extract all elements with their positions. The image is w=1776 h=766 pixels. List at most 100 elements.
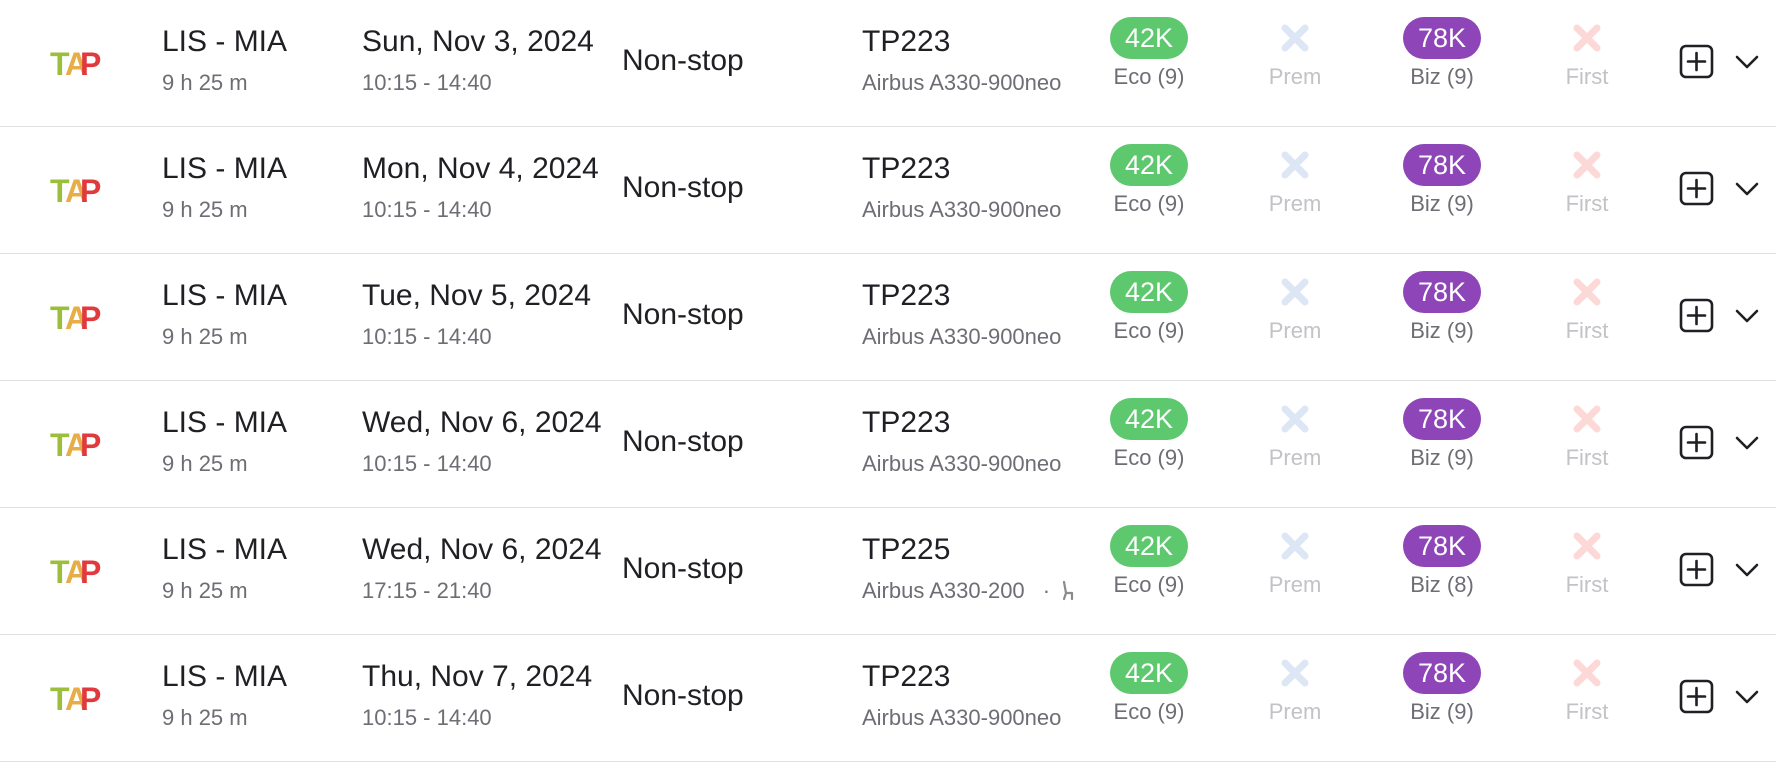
premium-cabin: Prem xyxy=(1243,652,1347,725)
economy-cabin[interactable]: 42K Eco (9) xyxy=(1097,271,1201,344)
flight-row[interactable]: T A P LIS - MIA 9 h 25 m Mon, Nov 4, 202… xyxy=(0,127,1776,254)
business-label: Biz (9) xyxy=(1410,318,1474,343)
first-cabin: First xyxy=(1535,398,1639,471)
add-flight-button[interactable] xyxy=(1679,298,1714,333)
aircraft-label: Airbus A330-900neo xyxy=(862,705,1062,730)
first-cabin: First xyxy=(1535,17,1639,90)
duration-label: 9 h 25 m xyxy=(162,705,248,730)
chevron-down-icon xyxy=(1735,563,1759,577)
aircraft-info: Airbus A330-900neo xyxy=(862,451,1076,477)
economy-price-badge[interactable]: 42K xyxy=(1109,271,1189,313)
flight-row[interactable]: T A P LIS - MIA 9 h 25 m Tue, Nov 5, 202… xyxy=(0,254,1776,381)
premium-label: Prem xyxy=(1268,572,1322,597)
premium-cabin: Prem xyxy=(1243,271,1347,344)
tap-logo: T A P xyxy=(50,172,104,209)
business-price-badge[interactable]: 78K xyxy=(1402,17,1482,59)
flight-row[interactable]: T A P LIS - MIA 9 h 25 m Thu, Nov 7, 202… xyxy=(0,635,1776,762)
add-flight-button[interactable] xyxy=(1679,44,1714,79)
duration-label: 9 h 25 m xyxy=(162,197,248,222)
premium-unavailable-x-icon xyxy=(1280,17,1310,59)
business-label: Biz (9) xyxy=(1410,445,1474,470)
route-label: LIS - MIA xyxy=(162,279,288,312)
business-cabin[interactable]: 78K Biz (9) xyxy=(1390,652,1494,725)
flight-row[interactable]: T A P LIS - MIA 9 h 25 m Sun, Nov 3, 202… xyxy=(0,0,1776,127)
economy-cabin[interactable]: 42K Eco (9) xyxy=(1097,525,1201,598)
economy-label: Eco (9) xyxy=(1113,191,1185,216)
aircraft-info: Airbus A330-900neo xyxy=(862,197,1076,223)
plus-square-icon xyxy=(1679,552,1714,587)
svg-text:P: P xyxy=(80,681,101,714)
flight-cell: TP223 Airbus A330-900neo xyxy=(862,659,1076,731)
expand-row-button[interactable] xyxy=(1733,304,1761,328)
add-flight-button[interactable] xyxy=(1679,425,1714,460)
route-label: LIS - MIA xyxy=(162,660,288,693)
premium-unavailable-x-icon xyxy=(1280,652,1310,694)
premium-label: Prem xyxy=(1268,445,1322,470)
date-cell: Tue, Nov 5, 2024 10:15 - 14:40 xyxy=(362,278,591,350)
flight-number-label: TP223 xyxy=(862,406,951,439)
route-cell: LIS - MIA 9 h 25 m xyxy=(162,278,287,350)
business-cabin[interactable]: 78K Biz (8) xyxy=(1390,525,1494,598)
first-label: First xyxy=(1565,699,1609,724)
seat-icon xyxy=(1060,578,1074,603)
aircraft-info: Airbus A330-900neo xyxy=(862,705,1076,731)
expand-row-button[interactable] xyxy=(1733,558,1761,582)
svg-text:P: P xyxy=(80,173,101,206)
duration-label: 9 h 25 m xyxy=(162,324,248,349)
economy-price-badge[interactable]: 42K xyxy=(1109,398,1189,440)
business-price-badge[interactable]: 78K xyxy=(1402,271,1482,313)
premium-label: Prem xyxy=(1268,318,1322,343)
route-label: LIS - MIA xyxy=(162,25,288,58)
flight-number-label: TP223 xyxy=(862,25,951,58)
aircraft-label: Airbus A330-900neo xyxy=(862,197,1062,222)
first-unavailable-x-icon xyxy=(1572,398,1602,440)
aircraft-info: Airbus A330-200 · xyxy=(862,578,1076,604)
add-flight-button[interactable] xyxy=(1679,552,1714,587)
route-label: LIS - MIA xyxy=(162,406,288,439)
business-price-badge[interactable]: 78K xyxy=(1402,398,1482,440)
expand-row-button[interactable] xyxy=(1733,177,1761,201)
business-price-badge[interactable]: 78K xyxy=(1402,144,1482,186)
expand-row-button[interactable] xyxy=(1733,685,1761,709)
premium-label: Prem xyxy=(1268,64,1322,89)
business-cabin[interactable]: 78K Biz (9) xyxy=(1390,271,1494,344)
aircraft-label: Airbus A330-200 xyxy=(862,578,1025,603)
business-cabin[interactable]: 78K Biz (9) xyxy=(1390,144,1494,217)
tap-logo: T A P xyxy=(50,680,104,717)
first-label: First xyxy=(1565,64,1609,89)
flight-row[interactable]: T A P LIS - MIA 9 h 25 m Wed, Nov 6, 202… xyxy=(0,508,1776,635)
expand-row-button[interactable] xyxy=(1733,50,1761,74)
economy-cabin[interactable]: 42K Eco (9) xyxy=(1097,398,1201,471)
economy-price-badge[interactable]: 42K xyxy=(1109,17,1189,59)
flight-row[interactable]: T A P LIS - MIA 9 h 25 m Wed, Nov 6, 202… xyxy=(0,381,1776,508)
business-cabin[interactable]: 78K Biz (9) xyxy=(1390,17,1494,90)
add-flight-button[interactable] xyxy=(1679,171,1714,206)
business-cabin[interactable]: 78K Biz (9) xyxy=(1390,398,1494,471)
business-price-badge[interactable]: 78K xyxy=(1402,525,1482,567)
first-unavailable-x-icon xyxy=(1572,525,1602,567)
aircraft-separator: · xyxy=(1042,578,1051,603)
tap-logo: T A P xyxy=(50,553,104,590)
economy-cabin[interactable]: 42K Eco (9) xyxy=(1097,652,1201,725)
first-label: First xyxy=(1565,318,1609,343)
expand-row-button[interactable] xyxy=(1733,431,1761,455)
economy-price-badge[interactable]: 42K xyxy=(1109,652,1189,694)
svg-text:P: P xyxy=(80,427,101,460)
time-range-label: 10:15 - 14:40 xyxy=(362,70,492,95)
date-label: Thu, Nov 7, 2024 xyxy=(362,660,593,693)
economy-cabin[interactable]: 42K Eco (9) xyxy=(1097,17,1201,90)
business-label: Biz (9) xyxy=(1410,191,1474,216)
economy-price-badge[interactable]: 42K xyxy=(1109,144,1189,186)
premium-label: Prem xyxy=(1268,699,1322,724)
first-unavailable-x-icon xyxy=(1572,652,1602,694)
business-label: Biz (9) xyxy=(1410,699,1474,724)
economy-cabin[interactable]: 42K Eco (9) xyxy=(1097,144,1201,217)
plus-square-icon xyxy=(1679,679,1714,714)
economy-price-badge[interactable]: 42K xyxy=(1109,525,1189,567)
add-flight-button[interactable] xyxy=(1679,679,1714,714)
chevron-down-icon xyxy=(1735,55,1759,69)
business-price-badge[interactable]: 78K xyxy=(1402,652,1482,694)
time-range-label: 10:15 - 14:40 xyxy=(362,324,492,349)
chevron-down-icon xyxy=(1735,182,1759,196)
stops-label: Non-stop xyxy=(622,171,744,204)
